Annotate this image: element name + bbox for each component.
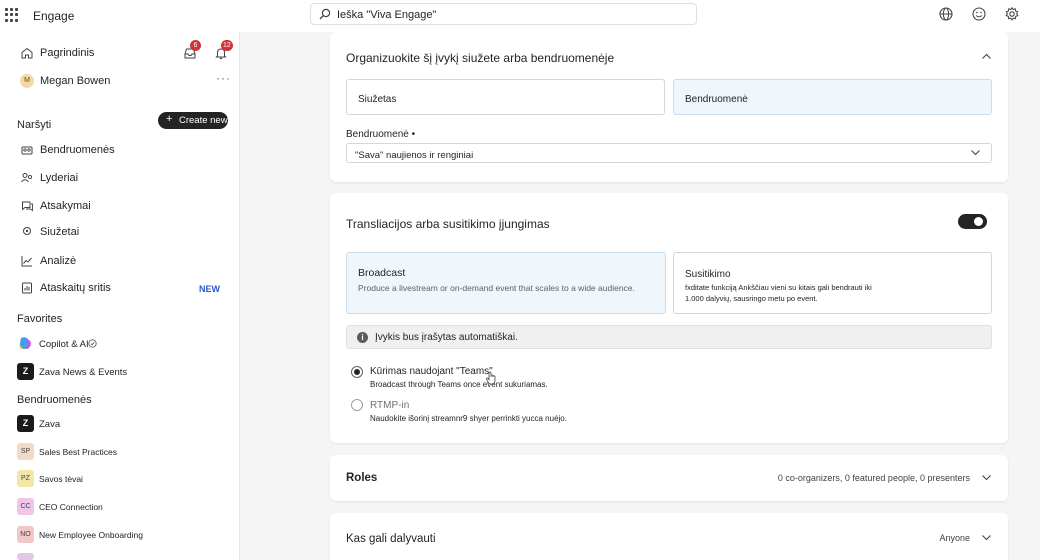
communities-icon	[21, 146, 33, 155]
broadcast-option-description: Produce a livestream or on-demand event …	[358, 283, 635, 293]
community-avatar: SP	[17, 443, 34, 460]
community-dropdown[interactable]: "Sava" naujienos ir renginiai	[346, 143, 992, 163]
search-input[interactable]: Ieška "Viva Engage"	[337, 9, 436, 21]
meeting-option-title: Susitikimo	[685, 269, 731, 280]
community-avatar: NO	[17, 526, 34, 543]
community-avatar: PZ	[17, 470, 34, 487]
rtmp-radio-label: RTMP-in	[370, 400, 410, 411]
rtmp-radio[interactable]	[351, 399, 363, 411]
sidebar-user[interactable]: M Megan Bowen ···	[0, 71, 240, 93]
attendance-title: Kas gali dalyvauti	[346, 533, 436, 545]
recording-info-text: Įvykis bus įrašytas automatiškai.	[375, 332, 518, 343]
create-new-button[interactable]: + Create new	[158, 112, 228, 129]
sidebar-item-leaders[interactable]: Lyderiai	[0, 168, 240, 190]
inbox-count-badge: 6	[190, 40, 201, 51]
new-badge: NEW	[199, 284, 220, 294]
copilot-icon	[19, 337, 31, 349]
meeting-option[interactable]: Susitikimo fxditate funkciją Ankščiau vi…	[673, 252, 992, 314]
sidebar-item-answers[interactable]: Atsakymai	[0, 196, 240, 218]
community-item-label: Zava	[39, 419, 61, 430]
attendance-value: Anyone	[939, 533, 970, 543]
rtmp-radio-description: Naudokite išorinį streamnr9 shyer perrin…	[370, 414, 567, 423]
globe-icon[interactable]	[938, 6, 954, 22]
inbox-button[interactable]: 6	[183, 40, 201, 60]
search-icon	[319, 8, 331, 20]
top-bar: Engage Ieška "Viva Engage"	[0, 0, 1040, 32]
sidebar-item-label: Pagrindinis	[40, 47, 95, 59]
sidebar-item-label: Bendruomenės	[40, 144, 115, 156]
notifications-button[interactable]: 12	[214, 40, 233, 60]
community-item-label: Savos tėvai	[39, 474, 83, 484]
user-avatar: M	[20, 74, 34, 88]
community-field-label: Bendruomenė •	[346, 129, 416, 140]
teams-radio[interactable]	[351, 366, 363, 378]
sidebar-item-communities[interactable]: Bendruomenės	[0, 140, 240, 162]
settings-gear-icon[interactable]	[1004, 6, 1020, 22]
roles-title: Roles	[346, 472, 378, 484]
sidebar-item-analytics[interactable]: Analizė	[0, 251, 240, 273]
sidebar-item-report[interactable]: Ataskaitų sritis NEW	[0, 278, 240, 300]
sidebar-item-home[interactable]: Pagrindinis	[0, 43, 240, 65]
sidebar-item-label: Ataskaitų sritis	[40, 282, 111, 294]
community-avatar-partial	[17, 553, 34, 560]
notifications-count-badge: 12	[221, 40, 233, 51]
sidebar-item-label: Analizė	[40, 255, 77, 267]
favorite-item-label: Zava News & Events	[39, 367, 128, 378]
storyline-option[interactable]: Siužetas	[346, 79, 665, 115]
plus-icon: +	[166, 113, 173, 125]
hand-cursor-icon	[486, 371, 496, 385]
broadcast-card: Transliacijos arba susitikimo įjungimas …	[330, 193, 1008, 443]
info-icon: i	[357, 332, 368, 343]
organize-card: Organizuokite šį įvykį siužete arba bend…	[330, 32, 1008, 182]
chevron-up-icon[interactable]	[981, 51, 992, 62]
chevron-down-icon	[982, 535, 991, 541]
teams-radio-label: Kūrimas naudojant "Teams"	[370, 366, 493, 377]
user-name: Megan Bowen	[40, 75, 111, 87]
sidebar-item-label: Lyderiai	[40, 172, 79, 184]
analytics-icon	[21, 256, 32, 267]
broadcast-toggle[interactable]	[958, 214, 987, 229]
favorites-section-title: Favorites	[17, 313, 63, 325]
broadcast-option-title: Broadcast	[358, 267, 406, 279]
broadcast-option[interactable]: Broadcast Produce a livestream or on-dem…	[346, 252, 666, 314]
chevron-down-icon	[971, 150, 980, 156]
people-icon	[21, 173, 33, 183]
community-option[interactable]: Bendruomenė	[673, 79, 992, 115]
feedback-smiley-icon[interactable]	[971, 6, 987, 22]
community-item-label: CEO Connection	[39, 502, 103, 512]
community-item-label: New Employee Onboarding	[39, 530, 143, 540]
search-box[interactable]: Ieška "Viva Engage"	[310, 3, 697, 25]
chevron-down-icon	[982, 475, 991, 481]
organize-title: Organizuokite šį įvykį siužete arba bend…	[346, 51, 615, 65]
browse-section-title: Naršyti	[17, 119, 52, 131]
answers-icon	[22, 201, 33, 212]
community-item-label: Sales Best Practices	[39, 447, 117, 457]
app-name: Engage	[33, 9, 75, 23]
communities-section-title: Bendruomenės	[17, 394, 92, 406]
sidebar-item-storylines[interactable]: Siužetai	[0, 222, 240, 244]
community-avatar: CC	[17, 498, 34, 515]
storylines-icon	[23, 227, 31, 235]
roles-card[interactable]: Roles 0 co-organizers, 0 featured people…	[330, 455, 1008, 501]
sidebar-item-label: Atsakymai	[40, 200, 91, 212]
favorite-item-label: Copilot & AI	[39, 339, 89, 350]
broadcast-title: Transliacijos arba susitikimo įjungimas	[346, 217, 550, 231]
meeting-option-description: fxditate funkciją Ankščiau vieni su kita…	[685, 283, 872, 303]
sidebar-item-label: Siužetai	[40, 226, 80, 238]
roles-summary: 0 co-organizers, 0 featured people, 0 pr…	[777, 473, 970, 483]
community-avatar: Z	[17, 415, 34, 432]
more-options-icon[interactable]: ···	[216, 71, 231, 85]
teams-radio-description: Broadcast through Teams once event sukur…	[370, 380, 548, 389]
attendance-card[interactable]: Kas gali dalyvauti Anyone	[330, 513, 1008, 560]
app-launcher-icon[interactable]	[5, 8, 19, 22]
community-avatar: Z	[17, 363, 34, 380]
community-dropdown-value: "Sava" naujienos ir renginiai	[355, 150, 474, 161]
recording-info-bar: i Įvykis bus įrašytas automatiškai.	[346, 325, 992, 349]
home-icon	[21, 47, 33, 59]
verified-icon	[88, 339, 97, 348]
sidebar: Pagrindinis 6 12 M Megan Bowen ··· Naršy…	[0, 32, 240, 560]
report-icon	[22, 282, 32, 294]
